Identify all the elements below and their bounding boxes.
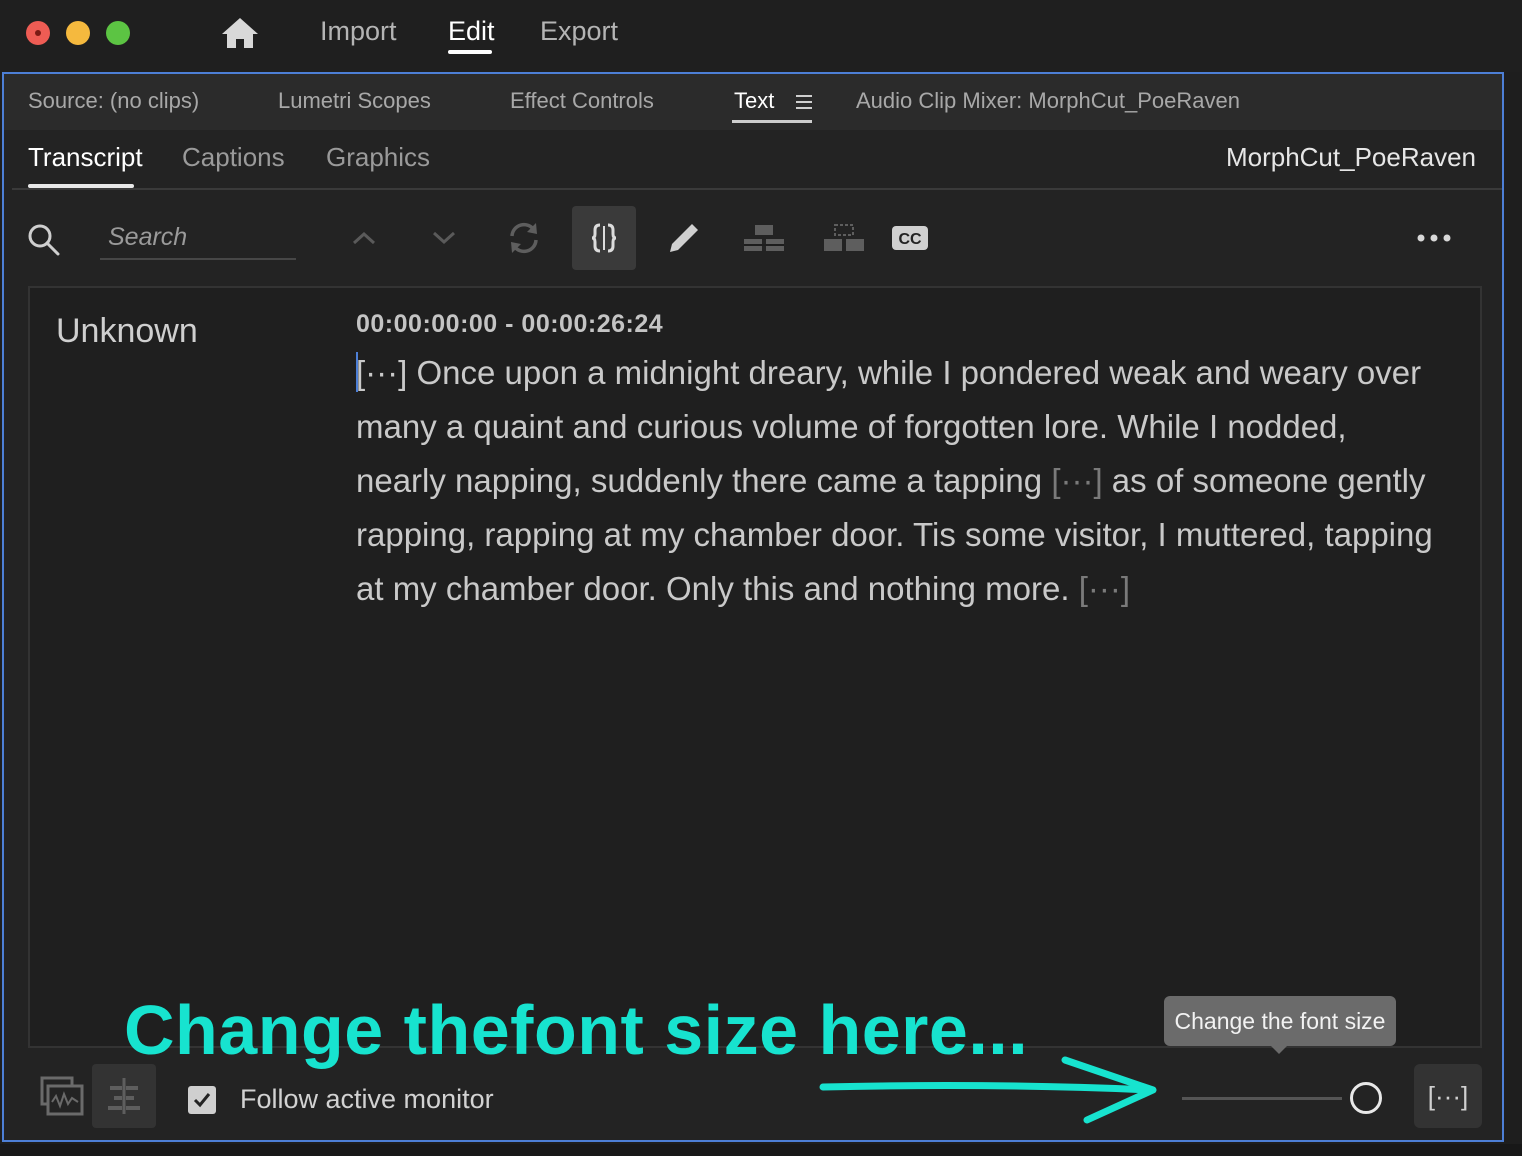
nav-edit-underline xyxy=(448,50,492,54)
transcript-toolbar: CC xyxy=(4,192,1502,282)
nav-export[interactable]: Export xyxy=(540,16,618,47)
cc-icon: CC xyxy=(892,226,928,250)
search-icon xyxy=(28,224,60,256)
minimize-window-button[interactable] xyxy=(66,21,90,45)
font-size-tooltip: Change the font size xyxy=(1164,996,1396,1054)
text-subtab-bar: Transcript Captions Graphics MorphCut_Po… xyxy=(12,130,1502,190)
nav-import[interactable]: Import xyxy=(320,16,397,47)
follow-monitor-checkbox[interactable] xyxy=(188,1086,216,1114)
tab-text-underline xyxy=(732,120,812,123)
more-options-button[interactable] xyxy=(1402,206,1466,270)
annotation-arrow-icon xyxy=(819,1056,1157,1124)
ellipsis-icon xyxy=(1417,234,1451,242)
next-result-button[interactable] xyxy=(412,206,476,270)
create-captions-button[interactable]: CC xyxy=(878,206,942,270)
panel-tab-bar: Source: (no clips) Lumetri Scopes Effect… xyxy=(4,74,1502,130)
pause-markers-button[interactable]: [···] xyxy=(1414,1064,1482,1128)
search-input[interactable] xyxy=(100,216,296,260)
font-size-slider-track[interactable] xyxy=(1182,1097,1342,1100)
subtab-captions[interactable]: Captions xyxy=(182,142,285,173)
pencil-icon xyxy=(670,224,698,252)
pause-marker[interactable]: [···] xyxy=(1079,570,1130,607)
subtab-transcript-underline xyxy=(28,184,134,188)
follow-monitor-label: Follow active monitor xyxy=(240,1084,494,1114)
clip-waveform-icon xyxy=(40,1076,84,1116)
merge-segments-button[interactable] xyxy=(732,206,796,270)
align-icon xyxy=(108,1078,140,1114)
checkmark-icon xyxy=(193,1093,211,1108)
panel-menu-icon[interactable] xyxy=(796,95,812,109)
speaker-label[interactable]: Unknown xyxy=(56,312,198,351)
sequence-name: MorphCut_PoeRaven xyxy=(1225,142,1476,172)
edit-text-button[interactable] xyxy=(652,206,716,270)
tab-text[interactable]: Text xyxy=(734,88,774,114)
segment-timecode: 00:00:00:00 - 00:00:26:24 xyxy=(356,310,664,338)
tab-lumetri-scopes[interactable]: Lumetri Scopes xyxy=(278,88,431,114)
tab-audio-clip-mixer[interactable]: Audio Clip Mixer: MorphCut_PoeRaven xyxy=(856,88,1240,114)
split-clip-icon xyxy=(824,224,864,251)
chevron-up-icon xyxy=(352,231,376,245)
sync-transcript-button[interactable] xyxy=(492,206,556,270)
close-window-button[interactable] xyxy=(26,21,50,45)
font-size-slider-knob[interactable] xyxy=(1350,1082,1382,1114)
merge-segments-icon xyxy=(744,225,784,251)
nav-edit[interactable]: Edit xyxy=(448,16,495,47)
pause-marker[interactable]: [···] xyxy=(1051,462,1102,499)
import-transcript-button[interactable] xyxy=(30,1064,94,1128)
window-bottom-edge xyxy=(0,1144,1522,1156)
transcript-text[interactable]: [···] Once upon a midnight dreary, while… xyxy=(356,346,1436,616)
subtab-transcript[interactable]: Transcript xyxy=(28,142,143,173)
refresh-icon xyxy=(510,222,538,254)
svg-text:CC: CC xyxy=(898,231,922,248)
transcript-area[interactable]: Unknown 00:00:00:00 - 00:00:26:24 [···] … xyxy=(28,286,1482,1048)
split-segment-icon xyxy=(591,223,617,253)
align-transcript-button[interactable] xyxy=(92,1064,156,1128)
split-clip-button[interactable] xyxy=(812,206,876,270)
home-icon[interactable] xyxy=(220,16,260,50)
tab-effect-controls[interactable]: Effect Controls xyxy=(510,88,654,114)
pause-marker[interactable]: [···] xyxy=(356,354,407,391)
subtab-graphics[interactable]: Graphics xyxy=(326,142,430,173)
split-segment-button[interactable] xyxy=(572,206,636,270)
maximize-window-button[interactable] xyxy=(106,21,130,45)
text-panel: Source: (no clips) Lumetri Scopes Effect… xyxy=(2,72,1504,1142)
title-bar: Import Edit Export xyxy=(0,0,1522,72)
chevron-down-icon xyxy=(432,231,456,245)
tab-source[interactable]: Source: (no clips) xyxy=(28,88,199,114)
previous-result-button[interactable] xyxy=(332,206,396,270)
